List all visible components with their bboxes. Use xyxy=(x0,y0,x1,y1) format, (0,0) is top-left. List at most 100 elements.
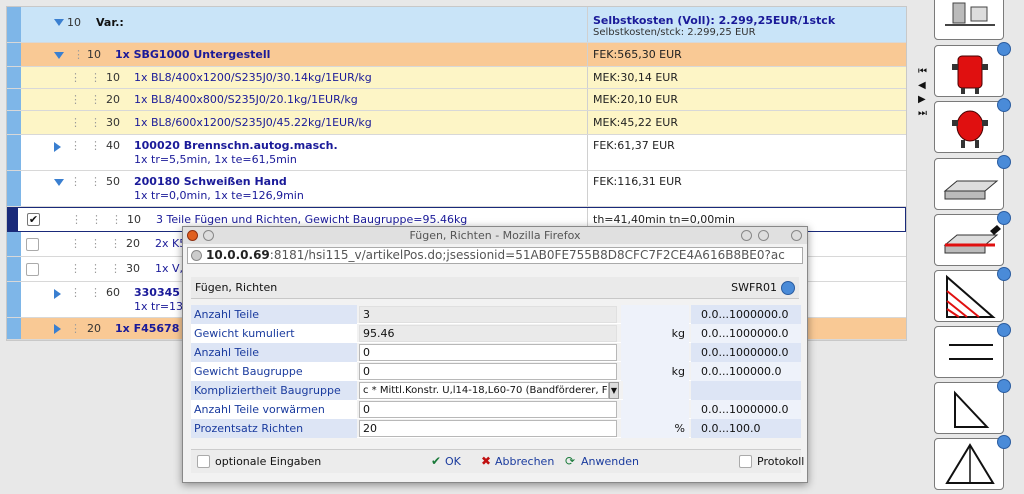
row-label: 1x BL8/400x800/S235J0/20.1kg/1EUR/kg xyxy=(134,93,358,106)
cost-full: Selbstkosten (Voll): 2.299,25EUR/1stck xyxy=(593,14,836,27)
tree-row-material[interactable]: ⋮ ⋮ 10 1x BL8/400x1200/S235J0/30.14kg/1E… xyxy=(7,67,906,89)
drag-handle-icon[interactable]: ⋮ xyxy=(70,175,81,188)
drag-handle-icon[interactable]: ⋮ xyxy=(70,139,81,152)
url-host: 10.0.0.69 xyxy=(206,248,270,262)
prev-icon[interactable]: ◀ xyxy=(918,80,926,91)
field-input[interactable]: 20 xyxy=(359,420,617,437)
field-range: 0.0...1000000.0 xyxy=(691,400,801,419)
tree-row-variant[interactable]: 10 Var.: Selbstkosten (Voll): 2.299,25EU… xyxy=(7,7,906,43)
tree-row-material[interactable]: ⋮ ⋮ 30 1x BL8/600x1200/S235J0/45.22kg/1E… xyxy=(7,111,906,135)
edit-badge-icon xyxy=(997,435,1011,449)
drag-handle-icon[interactable]: ⋮ xyxy=(90,175,101,188)
drag-handle-icon[interactable]: ⋮ xyxy=(70,93,81,106)
drag-handle-icon[interactable]: ⋮ xyxy=(90,71,101,84)
field-row: Prozentsatz Richten 20 % 0.0...100.0 xyxy=(191,419,801,438)
field-input[interactable]: 0 xyxy=(359,344,617,361)
drag-handle-icon[interactable]: ⋮ xyxy=(71,213,82,226)
field-row: Anzahl Teile vorwärmen 0 0.0...1000000.0 xyxy=(191,400,801,419)
row-number: 20 xyxy=(87,322,101,335)
tool-vessel[interactable] xyxy=(934,98,1011,153)
drag-handle-icon[interactable]: ⋮ xyxy=(70,262,81,275)
apply-button[interactable]: Anwenden xyxy=(581,455,639,468)
expand-icon[interactable] xyxy=(54,324,66,334)
row-number: 20 xyxy=(126,237,140,250)
row-checkbox[interactable] xyxy=(26,238,39,251)
field-input[interactable]: 0 xyxy=(359,401,617,418)
drag-handle-icon[interactable]: ⋮ xyxy=(110,237,121,250)
firefox-icon xyxy=(187,230,198,241)
tool-palette xyxy=(934,0,1011,490)
edit-badge-icon[interactable] xyxy=(781,281,795,295)
row-label: 200180 Schweißen Hand xyxy=(134,175,287,188)
row-checkbox[interactable] xyxy=(26,263,39,276)
drag-handle-icon[interactable]: ⋮ xyxy=(73,48,84,61)
drag-handle-icon[interactable]: ⋮ xyxy=(90,286,101,299)
url-bar[interactable]: 10.0.0.69:8181/hsi115_v/artikelPos.do;js… xyxy=(187,247,803,264)
tool-cut-plate[interactable] xyxy=(934,211,1011,266)
edit-badge-icon xyxy=(997,267,1011,281)
tree-row-material[interactable]: ⋮ ⋮ 20 1x BL8/400x800/S235J0/20.1kg/1EUR… xyxy=(7,89,906,111)
tool-tank[interactable] xyxy=(934,42,1011,97)
expand-icon[interactable] xyxy=(54,142,66,152)
drag-handle-icon[interactable]: ⋮ xyxy=(110,262,121,275)
row-marker xyxy=(8,208,18,231)
drag-handle-icon[interactable]: ⋮ xyxy=(70,322,81,335)
tool-machine-setup[interactable] xyxy=(934,0,1004,40)
drag-handle-icon[interactable]: ⋮ xyxy=(90,262,101,275)
tool-triangle[interactable] xyxy=(934,435,1011,490)
complexity-select[interactable]: c * Mittl.Konstr. U,l14-18,L60-70 (Bandf… xyxy=(359,382,609,399)
next-icon[interactable]: ▶ xyxy=(918,94,926,105)
site-info-icon[interactable] xyxy=(191,250,202,261)
edit-badge-icon xyxy=(997,155,1011,169)
field-label: Kompliziertheit Baugruppe xyxy=(191,381,357,400)
row-checkbox[interactable]: ✔ xyxy=(27,213,40,226)
expand-icon[interactable] xyxy=(54,289,66,299)
ok-button[interactable]: OK xyxy=(445,455,461,468)
tree-row-operation[interactable]: ⋮ ⋮ 40 100020 Brennschn.autog.masch. 1x … xyxy=(7,135,906,171)
cancel-button[interactable]: Abbrechen xyxy=(495,455,554,468)
field-value: 3 xyxy=(359,306,617,323)
tank-icon xyxy=(952,55,988,94)
close-icon[interactable] xyxy=(791,230,802,241)
row-cost: MEK:30,14 EUR xyxy=(587,67,678,88)
drag-handle-icon[interactable]: ⋮ xyxy=(90,116,101,129)
first-icon[interactable]: ⏮ xyxy=(918,66,927,77)
field-input[interactable]: 0 xyxy=(359,363,617,380)
last-icon[interactable]: ⏭ xyxy=(918,108,927,119)
row-marker xyxy=(7,135,21,170)
dialog-window: Fügen, Richten - Mozilla Firefox 10.0.0.… xyxy=(182,226,808,483)
drag-handle-icon[interactable]: ⋮ xyxy=(90,237,101,250)
maximize-icon[interactable] xyxy=(758,230,769,241)
field-range xyxy=(691,381,801,400)
protocol-checkbox[interactable] xyxy=(739,455,752,468)
tool-right-triangle[interactable] xyxy=(934,379,1011,434)
tree-row-assembly[interactable]: ⋮ 10 1x SBG1000 Untergestell FEK:565,30 … xyxy=(7,43,906,67)
drag-handle-icon[interactable]: ⋮ xyxy=(90,139,101,152)
tool-triangle-hatched[interactable] xyxy=(934,267,1011,322)
drag-handle-icon[interactable]: ⋮ xyxy=(70,286,81,299)
drag-handle-icon[interactable]: ⋮ xyxy=(91,213,102,226)
drag-handle-icon[interactable]: ⋮ xyxy=(90,93,101,106)
minimize-icon[interactable] xyxy=(741,230,752,241)
optional-checkbox[interactable] xyxy=(197,455,210,468)
collapse-icon[interactable] xyxy=(54,52,64,59)
window-menu-icon[interactable] xyxy=(203,230,214,241)
drag-handle-icon[interactable]: ⋮ xyxy=(70,237,81,250)
row-sublabel: 1x tr=5,5min, 1x te=61,5min xyxy=(134,153,297,166)
ok-icon: ✔ xyxy=(431,454,442,468)
collapse-icon[interactable] xyxy=(54,19,64,26)
optional-label: optionale Eingaben xyxy=(215,455,322,468)
drag-handle-icon[interactable]: ⋮ xyxy=(70,116,81,129)
tool-plate[interactable] xyxy=(934,155,1011,210)
drag-handle-icon[interactable]: ⋮ xyxy=(70,71,81,84)
row-marker xyxy=(7,67,21,88)
chevron-down-icon[interactable]: ▼ xyxy=(609,382,619,399)
tool-lines[interactable] xyxy=(934,323,1011,378)
window-title: Fügen, Richten - Mozilla Firefox xyxy=(409,229,581,242)
drag-handle-icon[interactable]: ⋮ xyxy=(111,213,122,226)
tree-row-operation[interactable]: ⋮ ⋮ 50 200180 Schweißen Hand 1x tr=0,0mi… xyxy=(7,171,906,207)
window-titlebar[interactable]: Fügen, Richten - Mozilla Firefox xyxy=(183,227,807,244)
row-cost: Selbstkosten (Voll): 2.299,25EUR/1stck S… xyxy=(587,7,835,42)
row-marker xyxy=(7,257,21,281)
collapse-icon[interactable] xyxy=(54,179,64,186)
